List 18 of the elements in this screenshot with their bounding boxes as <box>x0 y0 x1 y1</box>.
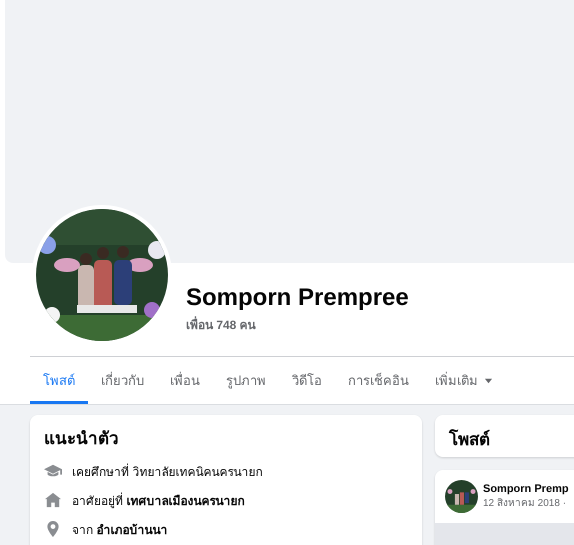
card-title: แนะนำตัว <box>44 428 120 450</box>
profile-tab[interactable]: รูปภาพ <box>213 357 279 404</box>
profile-tab[interactable]: วิดีโอ <box>279 357 335 404</box>
profile-tab[interactable]: เกี่ยวกับ <box>88 357 157 404</box>
caret-icon <box>484 378 493 384</box>
intro-detail: เคยศึกษาที่ วิทยาลัยเทคนิคนครนายก <box>72 462 262 480</box>
graduation-cap-icon <box>44 463 62 479</box>
profile-tab[interactable]: เพิ่มเติม <box>422 357 506 404</box>
profile-tab[interactable]: เพื่อน <box>157 357 213 404</box>
friends-count[interactable]: เพื่อน 748 คน <box>186 315 409 334</box>
profile-tab[interactable]: การเช็คอิน <box>335 357 422 404</box>
post-author[interactable]: Somporn Premp <box>483 483 569 495</box>
card-title: โพสต์ <box>449 430 490 449</box>
profile-name: Somporn Prempree <box>186 283 409 313</box>
intro-detail: จาก อำเภอบ้านนา <box>72 522 168 538</box>
post-date[interactable]: 12 สิงหาคม 2018 · <box>483 495 569 510</box>
intro-detail: อาศัยอยู่ที่ เทศบาลเมืองนครนายก <box>72 492 244 510</box>
home-icon <box>44 492 62 508</box>
